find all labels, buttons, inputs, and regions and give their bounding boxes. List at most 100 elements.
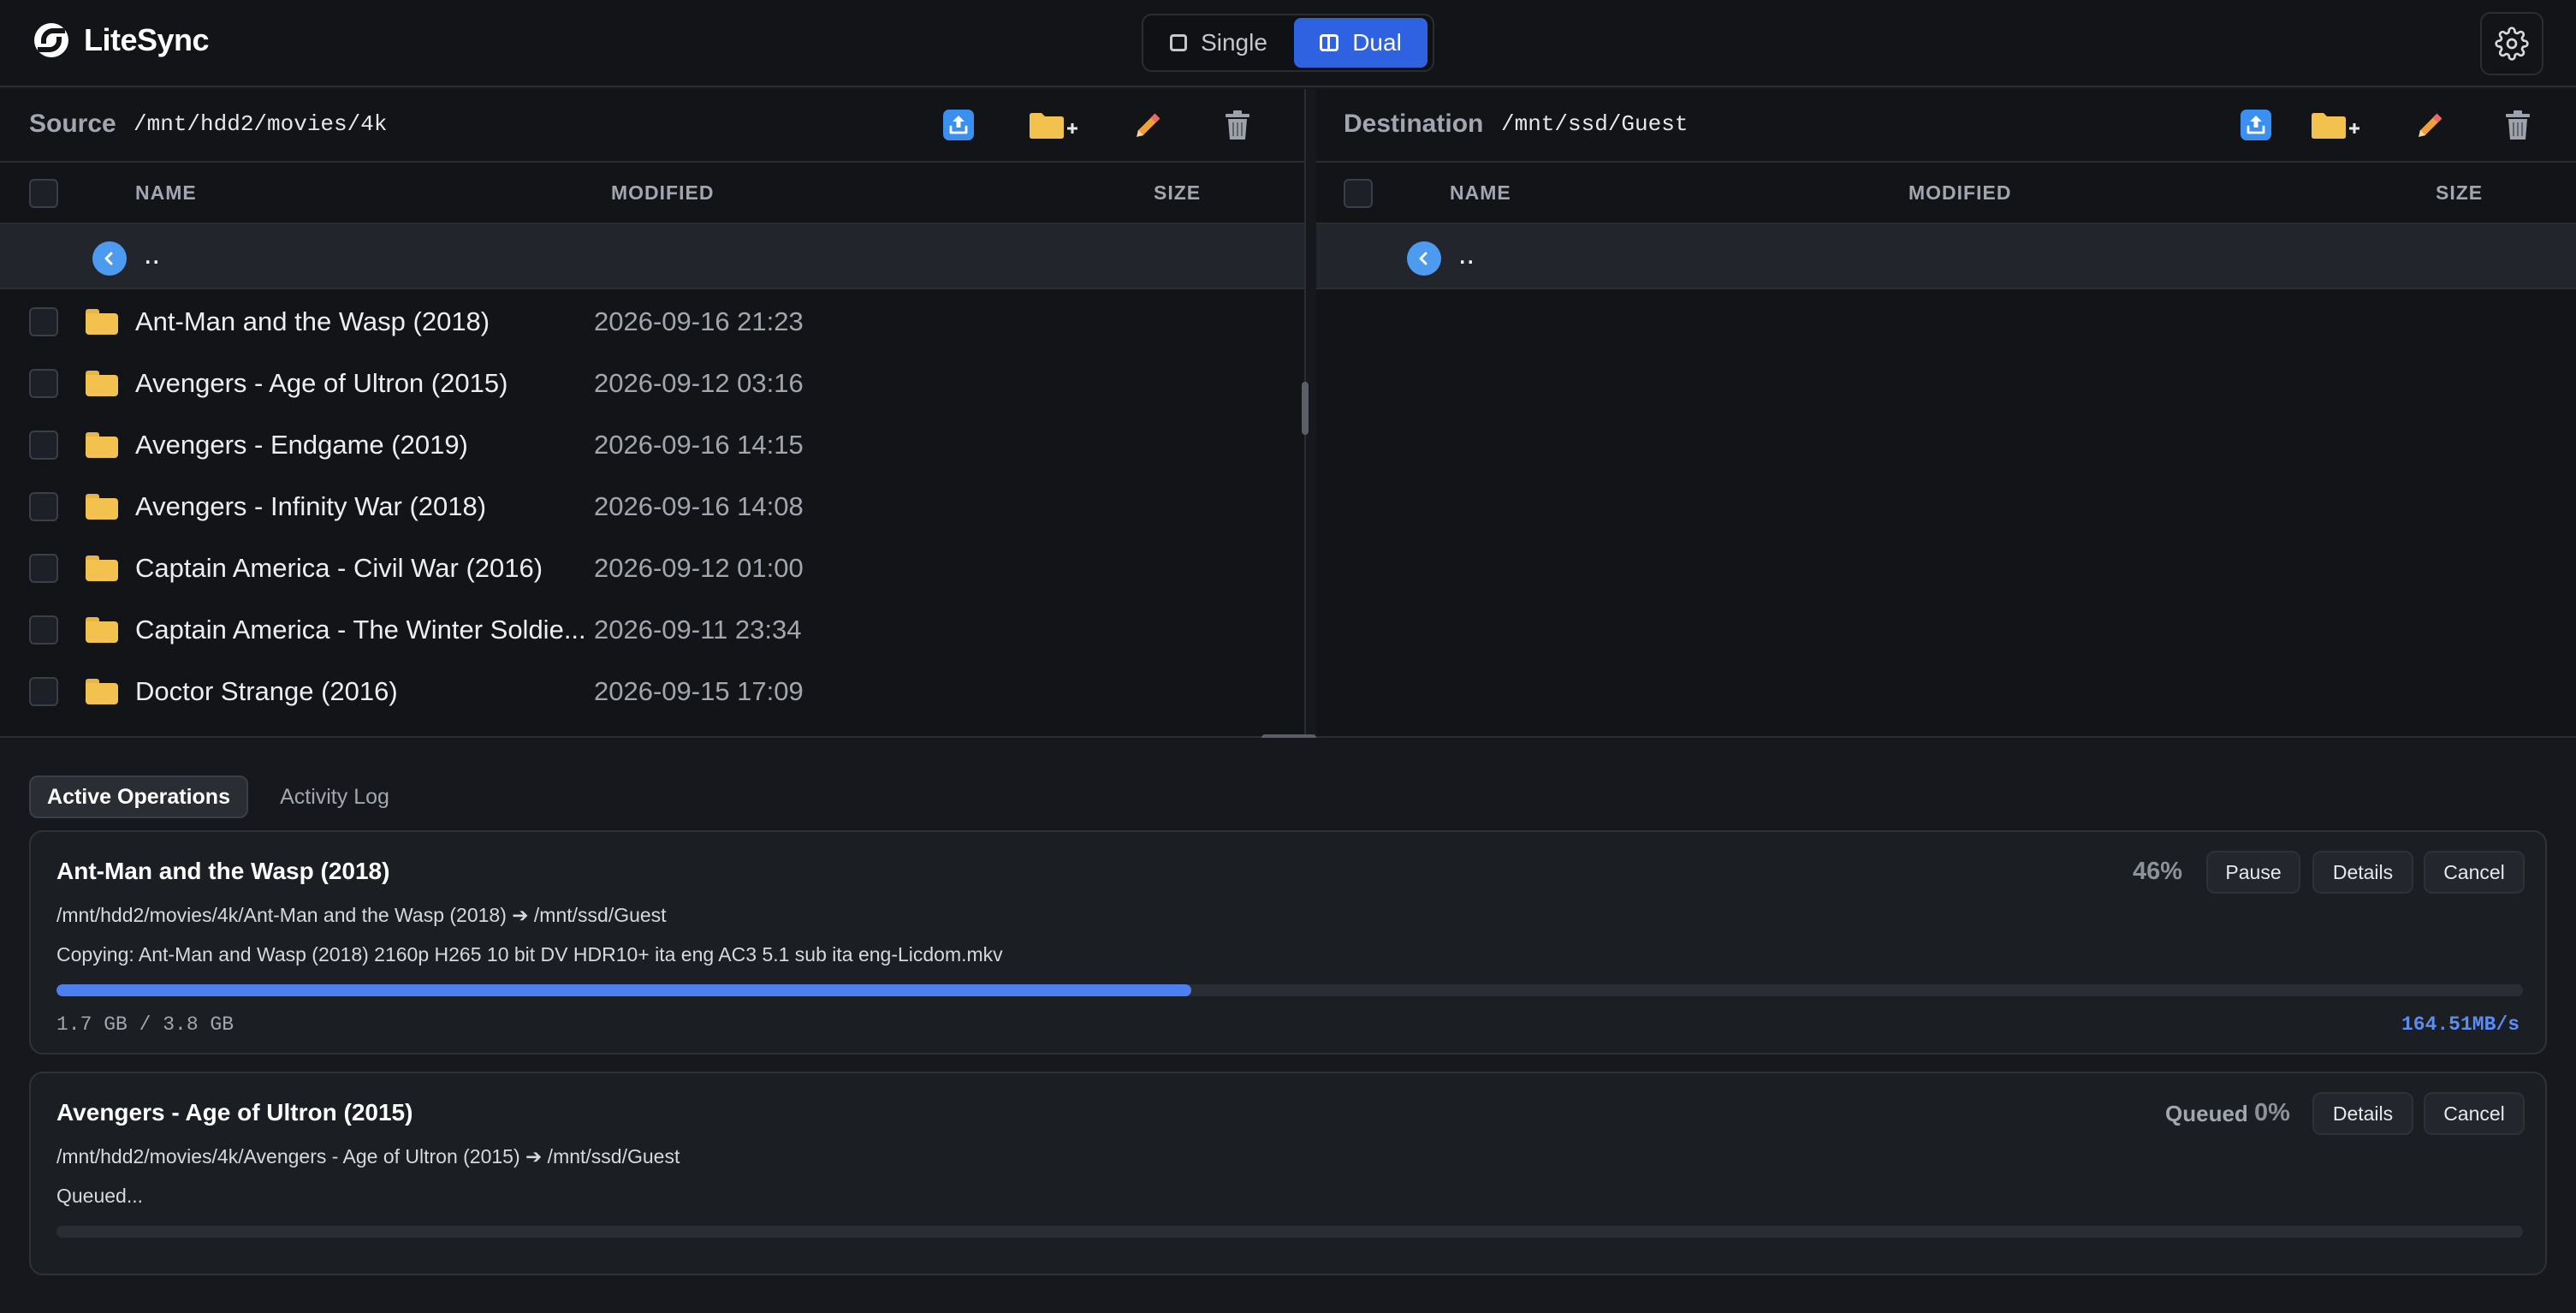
file-row[interactable]: Avengers - Infinity War (2018) 2026-09-1… bbox=[0, 476, 1296, 538]
source-select-all-checkbox[interactable] bbox=[29, 179, 58, 208]
single-mode-label: Single bbox=[1201, 29, 1267, 56]
file-name: Avengers - Infinity War (2018) bbox=[135, 491, 487, 521]
file-name: Captain America - Civil War (2016) bbox=[135, 553, 543, 583]
dual-pane-icon bbox=[1320, 34, 1339, 51]
file-modified: 2026-09-16 14:08 bbox=[594, 491, 804, 521]
destination-parent-label: .. bbox=[1458, 238, 1475, 270]
destination-modified-column[interactable]: MODIFIED bbox=[1908, 181, 2011, 205]
source-toolbar: Source /mnt/hdd2/movies/4k bbox=[0, 89, 1306, 163]
file-checkbox[interactable] bbox=[29, 369, 58, 398]
operation-percent: 46% bbox=[2133, 858, 2183, 885]
tab-activity-log[interactable]: Activity Log bbox=[262, 775, 407, 818]
settings-button[interactable] bbox=[2480, 12, 2543, 75]
app-header: LiteSync Single Dual bbox=[0, 0, 2576, 87]
file-row[interactable]: Avengers - Endgame (2019) 2026-09-16 14:… bbox=[0, 414, 1296, 476]
source-parent-label: .. bbox=[144, 238, 160, 270]
source-label: Source bbox=[29, 110, 116, 138]
dual-mode-button[interactable]: Dual bbox=[1294, 18, 1427, 68]
file-name: Avengers - Endgame (2019) bbox=[135, 430, 468, 460]
operation-percent: 0% bbox=[2254, 1099, 2290, 1126]
upload-icon bbox=[943, 110, 974, 140]
source-parent-row[interactable]: .. bbox=[0, 224, 1306, 289]
view-mode-toggle: Single Dual bbox=[1142, 14, 1434, 72]
source-modified-column[interactable]: MODIFIED bbox=[611, 181, 714, 205]
details-button[interactable]: Details bbox=[2312, 851, 2413, 894]
file-name: Ant-Man and the Wasp (2018) bbox=[135, 306, 490, 336]
folder-icon bbox=[86, 494, 118, 520]
file-checkbox[interactable] bbox=[29, 554, 58, 583]
operation-progress-bar bbox=[56, 984, 2523, 996]
destination-path[interactable]: /mnt/ssd/Guest bbox=[1501, 111, 1688, 137]
file-checkbox[interactable] bbox=[29, 615, 58, 645]
source-rename-button[interactable] bbox=[1131, 108, 1166, 142]
destination-column-header: NAME MODIFIED SIZE bbox=[1316, 163, 2576, 224]
file-modified: 2026-09-11 23:34 bbox=[594, 615, 802, 645]
details-button[interactable]: Details bbox=[2312, 1092, 2413, 1135]
destination-label: Destination bbox=[1344, 110, 1484, 138]
pause-button[interactable]: Pause bbox=[2206, 851, 2300, 894]
destination-name-column[interactable]: NAME bbox=[1450, 181, 1511, 205]
destination-upload-button[interactable] bbox=[2239, 108, 2273, 142]
destination-toolbar: Destination /mnt/ssd/Guest bbox=[1316, 89, 2576, 163]
source-delete-button[interactable] bbox=[1220, 108, 1255, 142]
file-row[interactable]: Captain America - The Winter Soldie... 2… bbox=[0, 599, 1296, 661]
file-row[interactable]: Avengers - Age of Ultron (2015) 2026-09-… bbox=[0, 353, 1296, 414]
destination-select-all-checkbox[interactable] bbox=[1344, 179, 1373, 208]
folder-icon bbox=[86, 371, 118, 396]
source-upload-button[interactable] bbox=[941, 108, 976, 142]
gear-icon bbox=[2495, 27, 2529, 61]
operation-title: Avengers - Age of Ultron (2015) bbox=[56, 1099, 413, 1126]
new-folder-icon bbox=[2312, 113, 2359, 139]
cancel-button[interactable]: Cancel bbox=[2424, 1092, 2525, 1135]
file-name: Avengers - Age of Ultron (2015) bbox=[135, 368, 508, 398]
destination-new-folder-button[interactable] bbox=[2311, 108, 2360, 142]
file-name: Doctor Strange (2016) bbox=[135, 676, 398, 706]
source-new-folder-button[interactable] bbox=[1029, 108, 1078, 142]
folder-icon bbox=[86, 556, 118, 581]
destination-rename-button[interactable] bbox=[2413, 108, 2448, 142]
operation-progress-fill bbox=[56, 984, 1191, 996]
chevron-left-icon bbox=[92, 241, 127, 276]
litesync-logo-icon bbox=[34, 23, 68, 57]
destination-pane: Destination /mnt/ssd/Guest NAME MODIFIED… bbox=[1316, 89, 2576, 736]
file-modified: 2026-09-16 14:15 bbox=[594, 430, 804, 460]
source-name-column[interactable]: NAME bbox=[135, 181, 197, 205]
operation-path: /mnt/hdd2/movies/4k/Ant-Man and the Wasp… bbox=[56, 904, 667, 926]
source-pane: Source /mnt/hdd2/movies/4k NAME MODIFIED… bbox=[0, 89, 1306, 736]
source-size-column[interactable]: SIZE bbox=[1154, 181, 1201, 205]
destination-size-column[interactable]: SIZE bbox=[2436, 181, 2483, 205]
pencil-icon bbox=[1137, 113, 1160, 137]
upload-icon bbox=[2241, 110, 2271, 140]
file-row[interactable]: Ant-Man and the Wasp (2018) 2026-09-16 2… bbox=[0, 291, 1296, 353]
app-logo[interactable]: LiteSync bbox=[34, 22, 210, 58]
file-modified: 2026-09-16 21:23 bbox=[594, 306, 804, 336]
file-row[interactable]: Doctor Strange (2016) 2026-09-15 17:09 bbox=[0, 661, 1296, 722]
file-row[interactable]: Captain America - Civil War (2016) 2026-… bbox=[0, 538, 1296, 599]
file-modified: 2026-09-12 03:16 bbox=[594, 368, 804, 398]
tab-active-operations[interactable]: Active Operations bbox=[29, 775, 248, 818]
single-mode-button[interactable]: Single bbox=[1149, 18, 1289, 68]
operation-card: Ant-Man and the Wasp (2018) /mnt/hdd2/mo… bbox=[29, 830, 2547, 1055]
cancel-button[interactable]: Cancel bbox=[2424, 851, 2525, 894]
single-pane-icon bbox=[1170, 34, 1188, 51]
operation-queued-label: Queued bbox=[2165, 1101, 2248, 1126]
operation-path: /mnt/hdd2/movies/4k/Avengers - Age of Ul… bbox=[56, 1145, 680, 1167]
file-checkbox[interactable] bbox=[29, 492, 58, 521]
file-checkbox[interactable] bbox=[29, 431, 58, 460]
trash-icon bbox=[1226, 110, 1249, 140]
operation-status: Copying: Ant-Man and Wasp (2018) 2160p H… bbox=[56, 943, 1003, 965]
file-modified: 2026-09-15 17:09 bbox=[594, 676, 804, 706]
file-checkbox[interactable] bbox=[29, 307, 58, 336]
operation-progress-bar bbox=[56, 1226, 2523, 1238]
file-checkbox[interactable] bbox=[29, 677, 58, 706]
destination-delete-button[interactable] bbox=[2501, 108, 2535, 142]
operations-panel: Active Operations Activity Log Ant-Man a… bbox=[0, 738, 2576, 1313]
operation-speed: 164.51MB/s bbox=[2401, 1013, 2520, 1036]
destination-parent-row[interactable]: .. bbox=[1316, 224, 2576, 289]
dual-mode-label: Dual bbox=[1352, 29, 1402, 56]
source-path[interactable]: /mnt/hdd2/movies/4k bbox=[134, 111, 387, 137]
operation-transfer-size: 1.7 GB / 3.8 GB bbox=[56, 1013, 234, 1036]
folder-icon bbox=[86, 432, 118, 458]
source-scrollbar-thumb[interactable] bbox=[1302, 382, 1309, 435]
new-folder-icon bbox=[1030, 113, 1077, 139]
